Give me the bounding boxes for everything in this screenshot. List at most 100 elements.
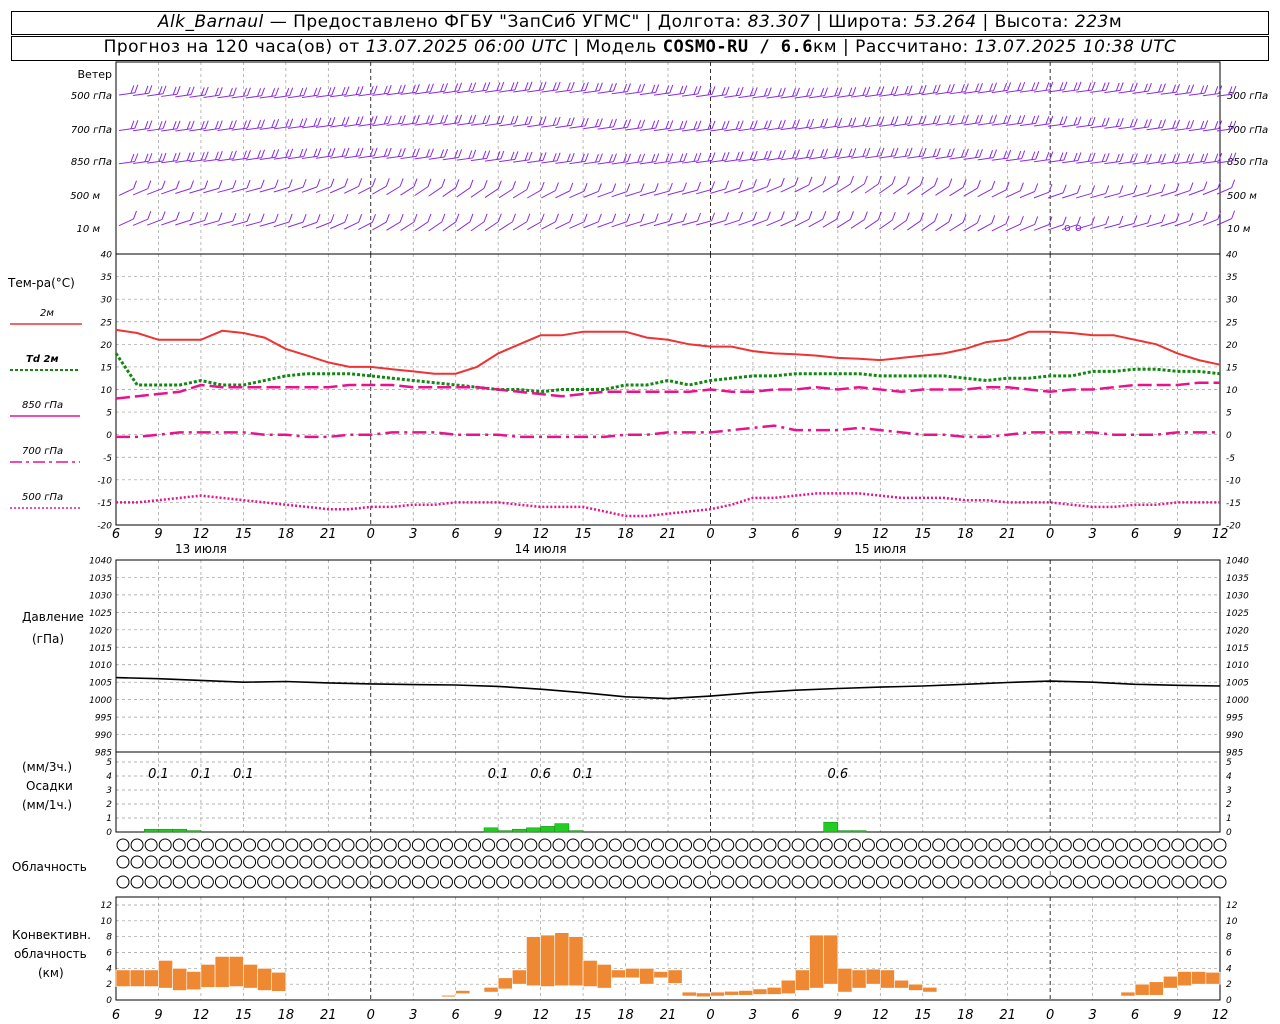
wind-barb-feather <box>711 212 716 221</box>
wind-barb-feather <box>1161 119 1166 128</box>
day-label: 13 июля <box>175 542 227 556</box>
pressure-tick-label: 1005 <box>89 679 112 689</box>
wind-barb-feather <box>275 118 280 128</box>
wind-barb <box>231 95 248 99</box>
wind-barb-feather <box>569 182 574 192</box>
cloud-symbol <box>468 838 482 852</box>
wind-barb-feather <box>1063 81 1068 90</box>
conv-cloud-bar <box>922 987 938 993</box>
cloud-symbol <box>1185 855 1199 869</box>
pressure-tick-label: 995 <box>95 714 112 724</box>
wind-barb-feather <box>200 152 205 161</box>
wind-barb <box>1174 92 1191 96</box>
cloud-symbol <box>721 855 735 869</box>
wind-barb-feather <box>526 181 531 190</box>
wind-barb <box>738 158 755 162</box>
wind-level-700hpa: 700 гПа <box>71 125 112 136</box>
wind-barb <box>428 156 445 160</box>
pressure-tick-label: 1040 <box>89 557 112 567</box>
cloud-symbol <box>875 838 889 852</box>
cloud-symbol <box>538 838 552 852</box>
conv-tick-label: 0 <box>1226 996 1232 1006</box>
wind-barb <box>245 157 262 161</box>
wind-barb <box>780 126 797 131</box>
wind-barb-feather <box>1200 85 1205 94</box>
conv-cloud-bar <box>766 987 782 995</box>
cloud-symbol <box>875 855 889 869</box>
cloud-symbol <box>425 875 439 889</box>
wind-barb-feather <box>810 148 815 158</box>
wind-barb <box>358 221 373 231</box>
conv-cloud-bar <box>639 968 655 985</box>
wind-barb <box>301 125 318 129</box>
wind-barb-feather <box>866 86 871 96</box>
wind-barb-feather <box>148 120 153 129</box>
wind-barb-feather <box>510 82 515 91</box>
wind-barb <box>301 94 318 98</box>
wind-barb-feather <box>753 150 758 160</box>
wind-barb <box>752 219 768 226</box>
cloud-symbol <box>819 838 833 852</box>
wind-barb-feather <box>344 178 349 187</box>
wind-barb <box>133 128 149 132</box>
wind-barb <box>639 190 656 197</box>
cloud-symbol <box>397 875 411 889</box>
wind-barb <box>836 183 851 193</box>
wind-barb-feather <box>358 214 363 223</box>
wind-barb-feather <box>399 213 404 223</box>
wind-barb-feather <box>1147 82 1152 92</box>
cloud-symbol <box>608 855 622 869</box>
wind-barb-feather <box>1176 153 1181 162</box>
hour-tick-label: 6 <box>452 527 460 542</box>
wind-barb-feather <box>570 117 575 126</box>
cloud-symbol <box>552 875 566 889</box>
wind-barb-feather <box>1147 184 1152 193</box>
cloud-symbol <box>636 855 650 869</box>
wind-barb <box>1062 124 1079 128</box>
wind-barb-feather <box>271 88 276 97</box>
cloud-symbol <box>1129 875 1143 889</box>
wind-barb-feather <box>993 114 998 123</box>
cloud-symbol <box>200 855 214 869</box>
wind-barb <box>344 93 361 97</box>
wind-barb-feather <box>932 115 937 124</box>
wind-barb-feather <box>468 115 473 124</box>
wind-barb-feather <box>711 86 716 95</box>
wind-barb <box>175 128 192 132</box>
wind-barb <box>710 188 726 194</box>
conv-tick-label: 6 <box>106 949 112 959</box>
cloud-symbol <box>791 855 805 869</box>
wind-barb-feather <box>458 82 463 92</box>
wind-barb-feather <box>566 117 571 127</box>
wind-barb <box>470 89 487 93</box>
wind-barb-feather <box>566 82 571 91</box>
wind-barb <box>203 220 220 226</box>
precip-bar <box>851 830 867 833</box>
wind-barb <box>780 157 797 161</box>
wind-barb-feather <box>190 211 195 221</box>
wind-barb-feather <box>1172 120 1177 129</box>
wind-barb <box>1033 191 1050 199</box>
cloud-symbol <box>679 838 693 852</box>
wind-barb-feather <box>810 87 815 96</box>
wind-barb-feather <box>1005 215 1010 224</box>
wind-barb <box>738 94 755 99</box>
wind-barb-feather <box>946 115 951 124</box>
cloud-symbol <box>763 875 777 889</box>
hour-tick-label: 12 <box>532 1008 549 1023</box>
cloud-symbol <box>721 838 735 852</box>
cloud-symbol <box>130 838 144 852</box>
wind-barb <box>794 184 810 193</box>
cloud-symbol <box>524 838 538 852</box>
wind-barb-feather <box>1133 184 1138 194</box>
wind-barb <box>724 128 741 132</box>
wind-barb <box>780 218 796 227</box>
pressure-tick-label: 985 <box>1226 749 1243 759</box>
wind-barb <box>921 92 938 96</box>
precip-tick-label: 1 <box>106 814 112 824</box>
wind-barb-feather <box>441 178 446 188</box>
wind-barb <box>1118 161 1135 165</box>
wind-barb-feather <box>641 83 646 93</box>
wind-barb-feather <box>824 148 829 157</box>
wind-barb-feather <box>317 87 322 96</box>
